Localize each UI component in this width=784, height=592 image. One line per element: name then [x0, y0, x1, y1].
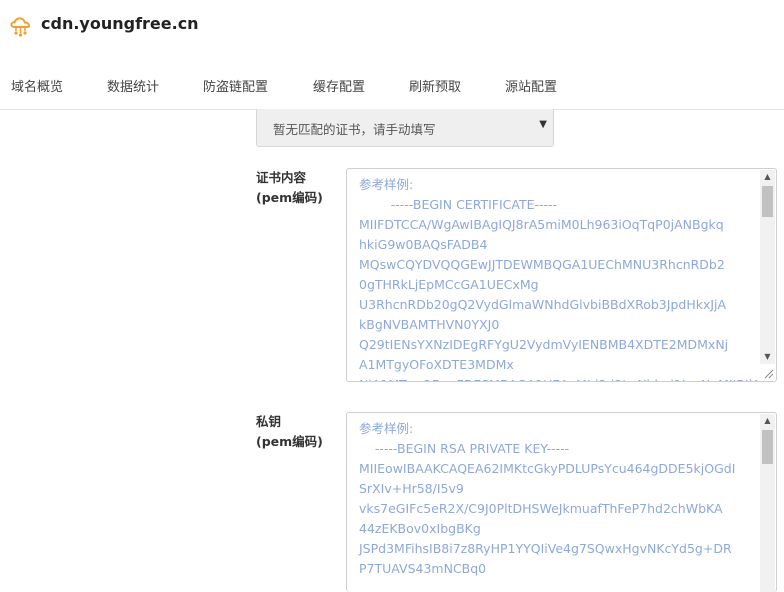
- private-key-label: 私钥 (pem编码): [256, 414, 323, 449]
- scrollbar-thumb[interactable]: [762, 186, 773, 217]
- cert-text-line: A1MTgyOFoXDTE3MDMx: [359, 357, 514, 372]
- key-text-line: 44zEKBov0xIbgBKg: [359, 521, 481, 536]
- cert-text-line: hkiG9w0BAQsFADB4: [359, 237, 488, 252]
- cert-text-line: MIIFDTCCA/WgAwIBAgIQJ8rA5miM0Lh963iOqTqP…: [359, 217, 724, 232]
- cert-text-line: 参考样例:: [359, 177, 414, 192]
- cert-text-line: kBgNVBAMTHVN0YXJ0: [359, 317, 500, 332]
- cert-content-label: 证书内容 (pem编码): [256, 170, 323, 205]
- scrollbar-thumb[interactable]: [762, 430, 773, 464]
- cert-text-line: NjA1MTgyOFowFDESMBAGA1UEAxMJd3d3LnNhbnl1…: [359, 375, 761, 381]
- cert-text-line: -----BEGIN CERTIFICATE-----: [359, 197, 558, 212]
- dropdown-arrow-icon: ▼: [539, 119, 547, 130]
- key-scrollbar[interactable]: ▲: [760, 414, 775, 592]
- key-text-line: vks7eGIFc5eR2X/C9J0PltDHSWeJkmuafThFeP7h…: [359, 501, 723, 516]
- key-text-line: MIIEowIBAAKCAQEA62IMKtcGkyPDLUPsYcu464gD…: [359, 461, 736, 476]
- scroll-up-arrow-icon[interactable]: ▲: [760, 170, 775, 184]
- cert-text-line: 0gTHRkLjEpMCcGA1UECxMg: [359, 277, 539, 292]
- key-text-line: SrXIv+Hr58/I5v9: [359, 481, 464, 496]
- certificate-select[interactable]: 暂无匹配的证书，请手动填写 ▼: [256, 109, 554, 147]
- key-text-line: P7TUAVS43mNCBq0: [359, 561, 487, 576]
- cert-scrollbar[interactable]: ▲ ▼: [760, 170, 775, 364]
- key-placeholder-text: 参考样例: -----BEGIN RSA PRIVATE KEY----- MII…: [359, 419, 755, 579]
- cert-content-textarea[interactable]: 参考样例: -----BEGIN CERTIFICATE----- MIIFDTC…: [346, 168, 777, 382]
- scroll-down-arrow-icon[interactable]: ▼: [760, 350, 775, 364]
- tab-hotlink-protection[interactable]: 防盗链配置: [203, 76, 268, 95]
- tab-refresh-prefetch[interactable]: 刷新预取: [409, 76, 461, 95]
- tab-origin-config[interactable]: 源站配置: [505, 76, 557, 95]
- key-text-line: JSPd3MFihsIB8i7z8RyHP1YYQIiVe4g7SQwxHgvN…: [359, 541, 732, 556]
- key-text-line: 参考样例:: [359, 421, 414, 436]
- resize-grip-icon[interactable]: [762, 367, 774, 379]
- cert-text-line: U3RhcnRDb20gQ2VydGlmaWNhdGlvbiBBdXRob3Jp…: [359, 297, 727, 312]
- private-key-textarea[interactable]: 参考样例: -----BEGIN RSA PRIVATE KEY----- MII…: [346, 412, 777, 592]
- tab-bar: 域名概览 数据统计 防盗链配置 缓存配置 刷新预取 源站配置: [0, 74, 784, 110]
- tab-domain-overview[interactable]: 域名概览: [11, 76, 63, 95]
- scroll-up-arrow-icon[interactable]: ▲: [760, 414, 775, 428]
- cert-text-line: MQswCQYDVQQGEwJJTDEWMBQGA1UEChMNU3RhcnRD…: [359, 257, 725, 272]
- cloud-icon: [10, 17, 31, 37]
- certificate-select-value: 暂无匹配的证书，请手动填写: [273, 122, 436, 137]
- key-text-line: -----BEGIN RSA PRIVATE KEY-----: [359, 441, 570, 456]
- cert-placeholder-text: 参考样例: -----BEGIN CERTIFICATE----- MIIFDTC…: [359, 175, 761, 381]
- domain-title: cdn.youngfree.cn: [41, 14, 199, 33]
- cert-text-line: Q29tIENsYXNzIDEgRFYgU2VydmVyIENBMB4XDTE2…: [359, 337, 729, 352]
- tab-cache-config[interactable]: 缓存配置: [313, 76, 365, 95]
- tab-data-statistics[interactable]: 数据统计: [107, 76, 159, 95]
- header: cdn.youngfree.cn: [0, 0, 784, 48]
